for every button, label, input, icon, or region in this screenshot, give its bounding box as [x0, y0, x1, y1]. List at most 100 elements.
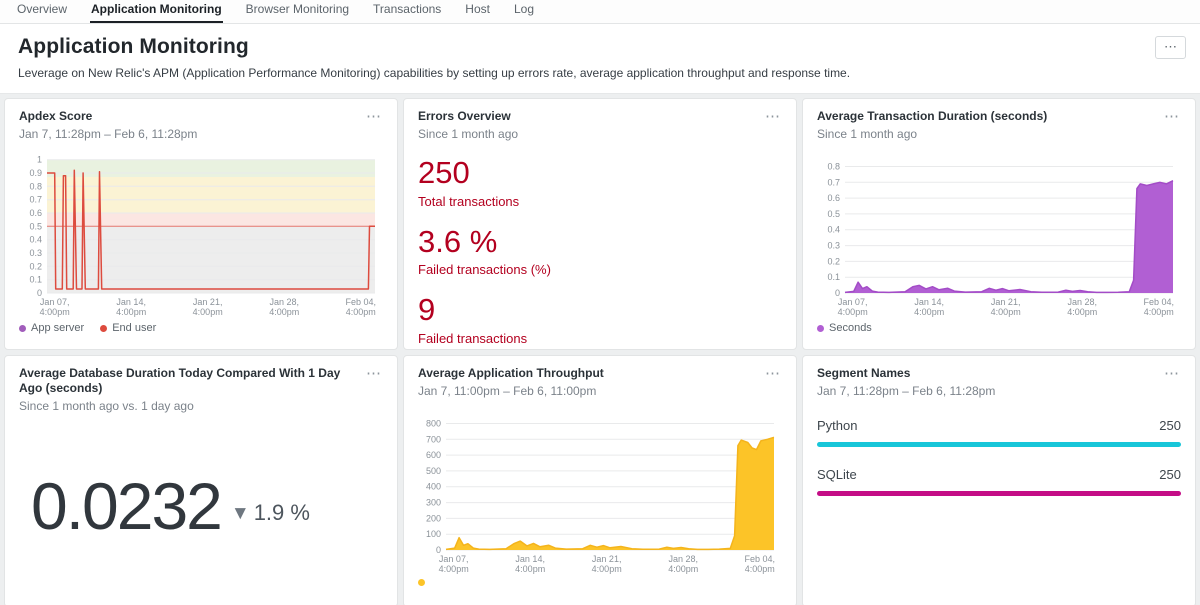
panel-avg-database-duration: Average Database Duration Today Compared… — [4, 355, 398, 605]
svg-text:4:00pm: 4:00pm — [745, 564, 775, 574]
svg-text:4:00pm: 4:00pm — [914, 307, 944, 317]
svg-text:0.4: 0.4 — [827, 225, 840, 235]
svg-text:Feb 04,: Feb 04, — [1144, 297, 1175, 307]
svg-text:4:00pm: 4:00pm — [515, 564, 545, 574]
stat-label: Failed transactions — [418, 331, 782, 346]
svg-text:0.8: 0.8 — [29, 181, 42, 191]
metric-delta: ▼ 1.9 % — [231, 500, 310, 526]
panel-avg-transaction-duration: Average Transaction Duration (seconds) S… — [802, 98, 1196, 350]
svg-text:0.7: 0.7 — [29, 195, 42, 205]
triangle-down-icon: ▼ — [231, 504, 250, 523]
panel-title: Segment Names — [817, 366, 995, 381]
panel-segment-names: Segment Names Jan 7, 11:28pm – Feb 6, 11… — [802, 355, 1196, 605]
stat-failed-transactions: 9 Failed transactions — [418, 294, 782, 346]
legend-dot — [817, 325, 824, 332]
svg-text:700: 700 — [426, 434, 441, 444]
dashboard-grid: Apdex Score Jan 7, 11:28pm – Feb 6, 11:2… — [0, 94, 1200, 605]
svg-text:4:00pm: 4:00pm — [193, 307, 223, 317]
panel-menu-button[interactable]: ⋯ — [763, 366, 782, 381]
svg-text:4:00pm: 4:00pm — [439, 564, 469, 574]
segment-row-sqlite: SQLite 250 — [817, 467, 1181, 496]
svg-text:4:00pm: 4:00pm — [838, 307, 868, 317]
tab-host[interactable]: Host — [464, 0, 491, 23]
svg-text:200: 200 — [426, 513, 441, 523]
svg-text:0.8: 0.8 — [827, 162, 840, 172]
legend-dot — [19, 325, 26, 332]
panel-errors-overview: Errors Overview Since 1 month ago ⋯ 250 … — [403, 98, 797, 350]
stat-label: Failed transactions (%) — [418, 262, 782, 277]
segment-label: SQLite — [817, 467, 857, 482]
stat-failed-transactions-pct: 3.6 % Failed transactions (%) — [418, 226, 782, 278]
svg-text:4:00pm: 4:00pm — [1144, 307, 1174, 317]
chart-legend — [418, 579, 782, 586]
svg-text:Jan 28,: Jan 28, — [1068, 297, 1098, 307]
segment-row-python: Python 250 — [817, 418, 1181, 447]
legend-item-seconds[interactable]: Seconds — [817, 322, 872, 334]
svg-text:Jan 21,: Jan 21, — [991, 297, 1021, 307]
stat-label: Total transactions — [418, 194, 782, 209]
metric-value: 0.0232 — [31, 473, 221, 539]
chart-legend: Seconds — [817, 322, 1181, 334]
svg-text:0.2: 0.2 — [29, 261, 42, 271]
svg-text:0.3: 0.3 — [827, 241, 840, 251]
tab-application-monitoring[interactable]: Application Monitoring — [90, 0, 223, 23]
segment-label: Python — [817, 418, 857, 433]
svg-text:400: 400 — [426, 482, 441, 492]
transaction-duration-area-chart: 00.10.20.30.40.50.60.70.8Jan 07,4:00pmJa… — [817, 151, 1181, 319]
svg-text:Jan 07,: Jan 07, — [838, 297, 868, 307]
page-header: Application Monitoring Leverage on New R… — [0, 24, 1200, 94]
legend-dot — [418, 579, 425, 586]
svg-text:0.2: 0.2 — [827, 256, 840, 266]
tab-browser-monitoring[interactable]: Browser Monitoring — [245, 0, 350, 23]
panel-menu-button[interactable]: ⋯ — [1162, 109, 1181, 124]
panel-subtitle: Jan 7, 11:00pm – Feb 6, 11:00pm — [418, 384, 612, 398]
segment-bar — [817, 491, 1181, 496]
svg-text:4:00pm: 4:00pm — [116, 307, 146, 317]
legend-item-throughput[interactable] — [418, 579, 430, 586]
svg-text:600: 600 — [426, 450, 441, 460]
svg-text:Jan 21,: Jan 21, — [592, 554, 622, 564]
svg-text:4:00pm: 4:00pm — [668, 564, 698, 574]
svg-text:Jan 28,: Jan 28, — [270, 297, 300, 307]
panel-subtitle: Since 1 month ago — [418, 127, 519, 141]
db-duration-billboard: 0.0232 ▼ 1.9 % — [31, 473, 383, 539]
svg-text:4:00pm: 4:00pm — [991, 307, 1021, 317]
tab-overview[interactable]: Overview — [16, 0, 68, 23]
panel-menu-button[interactable]: ⋯ — [364, 109, 383, 124]
legend-label: Seconds — [829, 322, 872, 334]
panel-subtitle: Jan 7, 11:28pm – Feb 6, 11:28pm — [19, 127, 197, 141]
svg-text:Jan 28,: Jan 28, — [669, 554, 699, 564]
stat-value: 9 — [418, 294, 782, 327]
svg-text:4:00pm: 4:00pm — [1067, 307, 1097, 317]
svg-text:0.6: 0.6 — [29, 208, 42, 218]
dashboard-page: Overview Application Monitoring Browser … — [0, 0, 1200, 605]
svg-text:500: 500 — [426, 466, 441, 476]
stat-value: 250 — [418, 157, 782, 190]
panel-menu-button[interactable]: ⋯ — [1162, 366, 1181, 381]
apdex-line-chart: 00.10.20.30.40.50.60.70.80.91Jan 07,4:00… — [19, 151, 383, 319]
svg-text:Jan 14,: Jan 14, — [914, 297, 944, 307]
svg-text:Jan 14,: Jan 14, — [116, 297, 146, 307]
svg-text:1: 1 — [37, 155, 42, 165]
panel-menu-button[interactable]: ⋯ — [763, 109, 782, 124]
page-overflow-menu-button[interactable]: ⋯ — [1155, 36, 1186, 59]
svg-text:Jan 07,: Jan 07, — [439, 554, 469, 564]
svg-text:Feb 04,: Feb 04, — [346, 297, 377, 307]
panel-menu-button[interactable]: ⋯ — [364, 366, 383, 381]
svg-text:300: 300 — [426, 498, 441, 508]
tab-transactions[interactable]: Transactions — [372, 0, 442, 23]
svg-text:0.1: 0.1 — [29, 275, 42, 285]
stat-value: 3.6 % — [418, 226, 782, 259]
legend-item-app-server[interactable]: App server — [19, 322, 84, 334]
throughput-area-chart: 0100200300400500600700800Jan 07,4:00pmJa… — [418, 408, 782, 576]
svg-text:Jan 07,: Jan 07, — [40, 297, 70, 307]
svg-text:0.1: 0.1 — [827, 272, 840, 282]
svg-text:Jan 14,: Jan 14, — [515, 554, 545, 564]
legend-item-end-user[interactable]: End user — [100, 322, 156, 334]
svg-text:0.9: 0.9 — [29, 168, 42, 178]
panel-subtitle: Since 1 month ago — [817, 127, 1055, 141]
svg-text:4:00pm: 4:00pm — [40, 307, 70, 317]
tab-log[interactable]: Log — [513, 0, 535, 23]
panel-title: Average Transaction Duration (seconds) — [817, 109, 1055, 124]
svg-text:Jan 21,: Jan 21, — [193, 297, 223, 307]
